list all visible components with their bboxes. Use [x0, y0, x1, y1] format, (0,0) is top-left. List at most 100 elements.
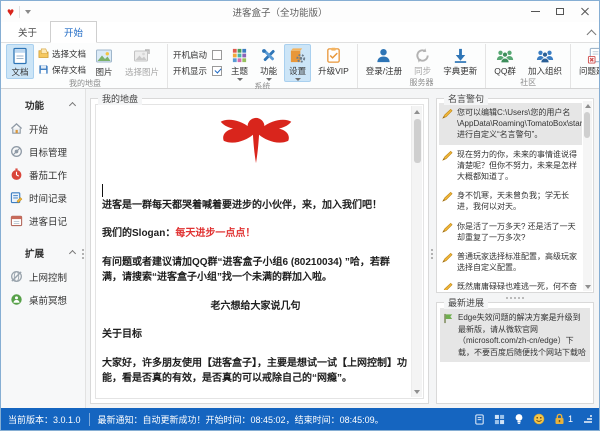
lock-status[interactable]: 1: [554, 413, 573, 425]
my-zone-groupbox: 我的地盘 进客是一群每天都哭着喊着要进步的小伙伴，来，加入我们吧！ 我们的Slo…: [90, 98, 429, 404]
quote-item[interactable]: 身不饥寒，天未曾负我；学无长进，我何以对天。: [439, 186, 582, 216]
group-label-other: 其他: [574, 78, 600, 88]
sync-button[interactable]: 同步: [409, 44, 436, 78]
minimize-icon[interactable]: [529, 6, 541, 18]
quotes-scrollbar[interactable]: [583, 101, 592, 291]
quote-item[interactable]: 您可以编辑C:\Users\您的用户名\AppData\Roaming\Toma…: [439, 103, 582, 145]
sidebar-item-start[interactable]: 开始: [1, 117, 85, 140]
quote-pencil-icon: [442, 252, 453, 263]
quote-item[interactable]: 你是活了一万多天? 还是活了一天 却重复了一万多次?: [439, 217, 582, 247]
sidebar-splitter[interactable]: [82, 249, 84, 259]
show-on-boot-checkbox[interactable]: [212, 66, 222, 76]
quotes-groupbox-label: 名言警句: [444, 92, 488, 105]
vip-clipboard-icon: [325, 47, 342, 64]
theme-dropdown-icon: [237, 78, 243, 81]
scroll-up-icon[interactable]: [412, 106, 422, 117]
note-icon[interactable]: [474, 414, 485, 425]
document-label: 文档: [11, 66, 28, 78]
qq-group-button[interactable]: QQ群: [489, 44, 521, 78]
my-zone-groupbox-label: 我的地盘: [98, 92, 142, 105]
quotes-list: 您可以编辑C:\Users\您的用户名\AppData\Roaming\Toma…: [439, 103, 582, 290]
ribbon-tabs: 关于 开始: [1, 22, 599, 43]
scroll-down-icon[interactable]: [583, 282, 592, 291]
show-on-boot-checkbox-row[interactable]: 开机显示: [173, 65, 222, 77]
login-person-icon: [375, 47, 392, 64]
resize-grip[interactable]: [584, 415, 592, 423]
sidebar-item-net-control[interactable]: 上网控制: [1, 265, 85, 288]
editor-scrollbar[interactable]: [411, 106, 422, 397]
sidebar-item-pomodoro[interactable]: 番茄工作: [1, 163, 85, 186]
quote-item[interactable]: 既然庸庸碌碌也难逃一死，何不奋起一搏？: [439, 277, 582, 290]
select-document-icon: [38, 48, 49, 59]
sidebar-item-meditation-label: 桌前冥想: [29, 293, 67, 307]
scroll-up-icon[interactable]: [583, 101, 592, 110]
sidebar-section-extensions-label: 扩展: [25, 246, 44, 260]
quote-pencil-icon: [442, 282, 453, 290]
progress-item[interactable]: Edge失效问题的解决方案是升级到最新版，请从微软官网（microsoft.co…: [440, 308, 590, 362]
quote-text: 您可以编辑C:\Users\您的用户名\AppData\Roaming\Toma…: [457, 107, 582, 141]
group-label-my-zone: 我的地盘: [6, 79, 164, 89]
ribbon-collapse-icon[interactable]: [587, 30, 597, 40]
theme-icon: [231, 47, 248, 64]
quote-item[interactable]: 普通玩家选择标准配置，高级玩家选择自定义配置。: [439, 247, 582, 277]
document-button[interactable]: 文档: [6, 44, 34, 79]
picture-button[interactable]: 图片: [90, 44, 118, 79]
show-on-boot-label: 开机显示: [173, 65, 207, 77]
maximize-icon[interactable]: [554, 6, 566, 18]
text-editor[interactable]: 进客是一群每天都哭着喊着要进步的小伙伴，来，加入我们吧！ 我们的Slogan：每…: [95, 104, 424, 399]
select-picture-button[interactable]: 选择图片: [120, 44, 164, 79]
scroll-down-icon[interactable]: [412, 386, 422, 397]
select-picture-label: 选择图片: [125, 66, 159, 78]
paragraph-slogan: 我们的Slogan：每天进步一点点！: [102, 226, 409, 242]
quote-pencil-icon: [442, 191, 453, 202]
sidebar-section-functions[interactable]: 功能: [1, 93, 85, 117]
smiley-icon[interactable]: [533, 413, 545, 425]
text-cursor: [102, 184, 103, 197]
app-window: ♥ 进客盒子（全功能版） 关于 开始 文档: [0, 0, 600, 431]
document-icon: [11, 47, 29, 65]
quotes-scroll-thumb[interactable]: [584, 112, 590, 138]
save-document-button[interactable]: 保存文档: [38, 64, 86, 76]
chevron-up-icon: [69, 249, 76, 256]
ribbon-group-my-zone: 文档 选择文档 保存文档 图片: [3, 44, 168, 88]
paragraph-intro: 进客是一群每天都哭着喊着要进步的小伙伴，来，加入我们吧！: [102, 198, 409, 214]
sidebar-item-diary[interactable]: 进客日记: [1, 209, 85, 232]
paragraph-about-goal: 关于目标: [102, 327, 409, 343]
sidebar-item-time-record[interactable]: 时间记录: [1, 186, 85, 209]
theme-button[interactable]: 主题: [226, 44, 253, 82]
sidebar-item-meditation[interactable]: 桌前冥想: [1, 288, 85, 311]
diary-icon: [10, 214, 23, 227]
tab-start[interactable]: 开始: [50, 21, 97, 43]
function-button[interactable]: 功能: [255, 44, 282, 82]
dict-update-label: 字典更新: [443, 65, 477, 77]
upgrade-vip-button[interactable]: 升级VIP: [313, 44, 354, 82]
content-area: 功能 开始 目标管理 番茄工作 时间记录 进客日记: [1, 89, 599, 408]
editor-scroll-thumb[interactable]: [414, 119, 421, 163]
function-tools-icon: [260, 47, 277, 64]
dict-update-button[interactable]: 字典更新: [438, 44, 482, 78]
windows-icon[interactable]: [494, 414, 505, 425]
progress-list: Edge失效问题的解决方案是升级到最新版，请从微软官网（microsoft.co…: [440, 308, 590, 400]
main-panel: 我的地盘 进客是一群每天都哭着喊着要进步的小伙伴，来，加入我们吧！ 我们的Slo…: [86, 89, 433, 408]
progress-groupbox-label: 最新进展: [444, 296, 488, 309]
feedback-button[interactable]: 问题建议: [574, 44, 600, 78]
close-icon[interactable]: [579, 6, 591, 18]
tab-about[interactable]: 关于: [5, 22, 50, 42]
bulb-icon[interactable]: [514, 413, 524, 425]
bird-logo: [210, 113, 302, 175]
quote-pencil-icon: [442, 108, 453, 119]
settings-button[interactable]: 设置: [284, 44, 311, 82]
statusbar: 当前版本：3.0.1.0 最新通知：自动更新成功！开始时间：08:45:02，结…: [1, 408, 599, 430]
sidebar-item-goal-management[interactable]: 目标管理: [1, 140, 85, 163]
autostart-checkbox-row[interactable]: 开机启动: [173, 49, 222, 61]
autostart-checkbox[interactable]: [212, 50, 222, 60]
sidebar-section-extensions[interactable]: 扩展: [1, 241, 85, 265]
quote-item[interactable]: 现在努力的你，未来的事情谁说得清楚呢？但你不努力，未来是怎样大概都知道了。: [439, 145, 582, 187]
join-org-button[interactable]: 加入组织: [523, 44, 567, 78]
qat-separator: [19, 6, 20, 18]
login-button[interactable]: 登录/注册: [361, 44, 407, 78]
heart-logo-icon: ♥: [7, 6, 14, 18]
quote-text: 普通玩家选择标准配置，高级玩家选择自定义配置。: [457, 251, 580, 273]
quote-text: 既然庸庸碌碌也难逃一死，何不奋起一搏？: [457, 281, 580, 290]
select-document-button[interactable]: 选择文档: [38, 48, 86, 60]
